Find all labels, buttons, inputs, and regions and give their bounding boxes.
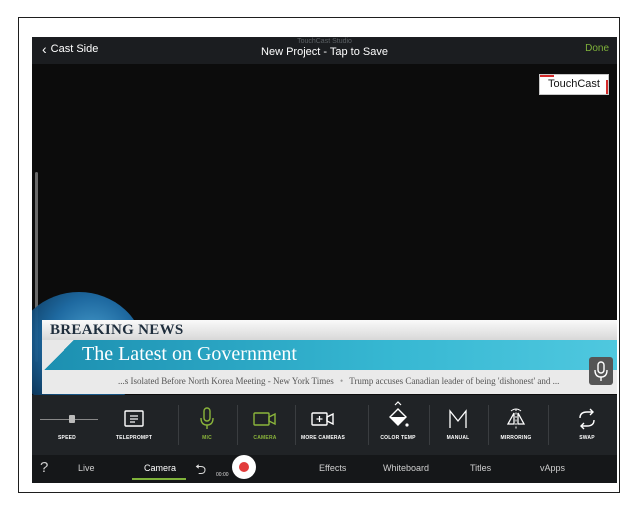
tool-label: MIC: [202, 435, 212, 441]
top-bar: ‹ Cast Side TouchCast Studio New Project…: [32, 37, 617, 64]
project-title[interactable]: New Project - Tap to Save: [32, 46, 617, 58]
tool-label: MORE CAMERAS: [300, 435, 346, 441]
done-button[interactable]: Done: [585, 43, 609, 54]
headline-bar: The Latest on Government: [42, 340, 617, 370]
undo-icon[interactable]: ⮌: [195, 459, 206, 483]
ticker-separator: •: [339, 376, 344, 386]
swap-button[interactable]: SWAP: [557, 395, 617, 455]
bottom-tab-bar: ? Live Camera ⮌ 00:00 Effects Whiteboard…: [32, 455, 617, 483]
tab-vapps[interactable]: vApps: [540, 463, 565, 473]
tool-label: CAMERA: [253, 435, 277, 441]
tab-effects[interactable]: Effects: [319, 463, 346, 473]
ticker-item: ...s Isolated Before North Korea Meeting…: [118, 376, 334, 386]
speed-slider[interactable]: SPEED: [34, 395, 100, 455]
mic-overlay-button[interactable]: [589, 357, 613, 385]
tab-live[interactable]: Live: [78, 463, 95, 473]
mirroring-button[interactable]: MIRRORING: [486, 395, 546, 455]
manual-icon: [449, 409, 467, 428]
color-temp-icon: [389, 401, 409, 427]
breaking-news-bar: BREAKING NEWS: [42, 320, 617, 340]
tool-label: MANUAL: [446, 435, 470, 441]
color-temp-button[interactable]: COLOR TEMP: [368, 395, 428, 455]
swap-icon: [579, 408, 595, 430]
breaking-news-label: BREAKING NEWS: [50, 322, 184, 338]
microphone-icon: [594, 361, 608, 381]
manual-button[interactable]: MANUAL: [428, 395, 488, 455]
tab-titles[interactable]: Titles: [470, 463, 491, 473]
teleprompt-icon: [124, 410, 144, 427]
camera-button[interactable]: CAMERA: [235, 395, 295, 455]
microphone-icon: [200, 407, 214, 429]
more-cameras-button[interactable]: MORE CAMERAS: [293, 395, 353, 455]
touchcast-logo: TouchCast: [539, 74, 609, 95]
help-button[interactable]: ?: [40, 459, 48, 476]
tool-label: SWAP: [579, 435, 595, 441]
add-camera-icon: [311, 412, 334, 426]
news-ticker: ...s Isolated Before North Korea Meeting…: [42, 370, 617, 394]
tool-label: COLOR TEMP: [380, 435, 416, 441]
headline-text: The Latest on Government: [82, 343, 297, 365]
record-button[interactable]: [232, 455, 256, 479]
ticker-item: Trump accuses Canadian leader of being '…: [349, 376, 560, 386]
tab-camera[interactable]: Camera: [144, 463, 176, 473]
tab-whiteboard[interactable]: Whiteboard: [383, 463, 429, 473]
mirroring-icon: [506, 408, 526, 429]
touchcast-app: ‹ Cast Side TouchCast Studio New Project…: [32, 37, 617, 483]
record-timer: 00:00: [216, 472, 229, 478]
toolbar-divider: [548, 405, 549, 445]
tools-toolbar: SPEED TELEPROMPT MIC CAMERA MORE CAMERAS…: [32, 395, 617, 455]
mic-button[interactable]: MIC: [177, 395, 237, 455]
camera-icon: [253, 412, 276, 426]
teleprompt-button[interactable]: TELEPROMPT: [104, 395, 164, 455]
tool-label: MIRRORING: [500, 435, 532, 441]
app-name: TouchCast Studio: [297, 38, 352, 45]
tool-label: TELEPROMPT: [115, 435, 153, 441]
headline-notch: [42, 340, 76, 370]
speed-knob[interactable]: [68, 415, 75, 423]
camera-preview[interactable]: TouchCast BREAKING NEWS The Latest on Go…: [32, 64, 617, 412]
active-tab-indicator: [132, 478, 186, 480]
tool-label: SPEED: [58, 435, 76, 441]
